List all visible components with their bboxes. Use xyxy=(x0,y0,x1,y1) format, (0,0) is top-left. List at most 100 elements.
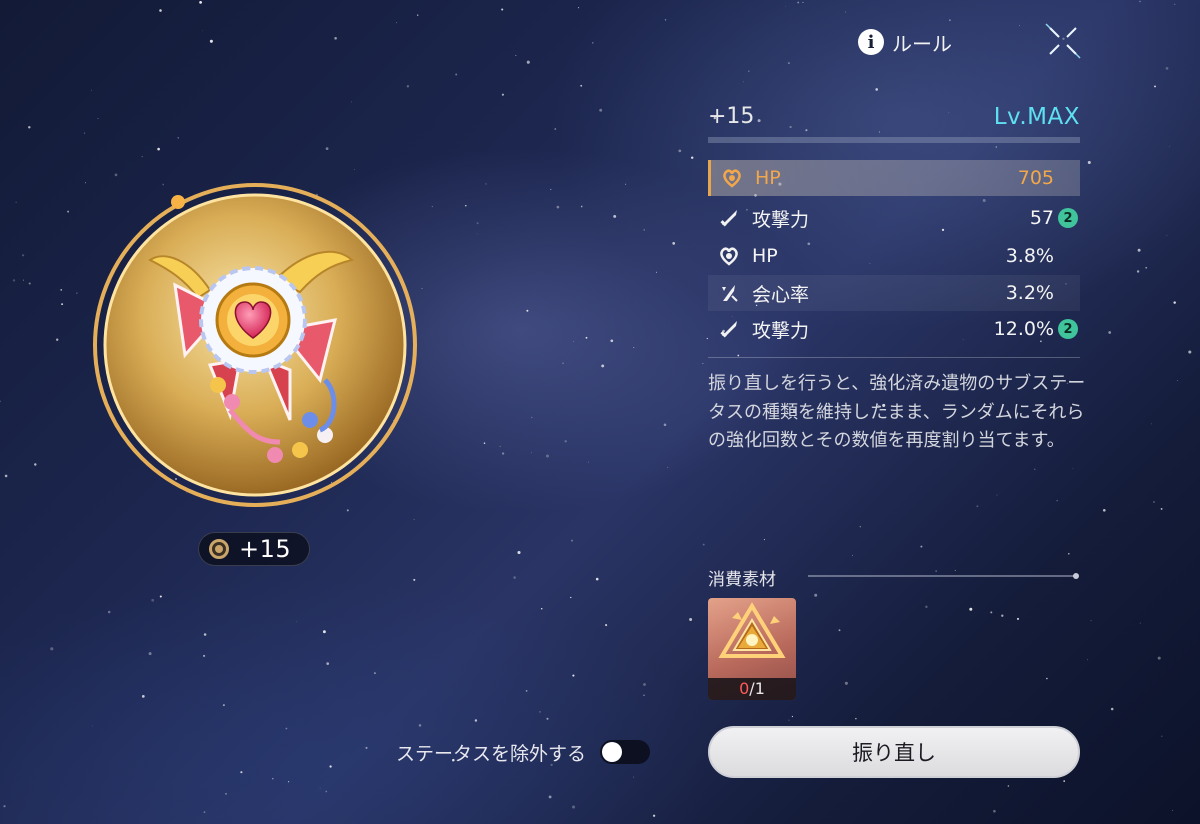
sub-stat-row: 攻撃力 57 2 xyxy=(708,200,1080,236)
sub-stat-row: 攻撃力 12.0% 2 xyxy=(708,311,1080,347)
star xyxy=(1139,622,1141,624)
star xyxy=(203,633,207,636)
star xyxy=(421,288,423,289)
star xyxy=(67,210,70,213)
star xyxy=(1151,423,1152,425)
reroll-description: 振り直しを行うと、強化済み遺物のサブステータスの種類を維持したまま、ランダムにそ… xyxy=(708,373,1086,451)
star xyxy=(1174,3,1176,5)
reroll-button[interactable]: 振り直し xyxy=(708,726,1080,778)
coin-icon xyxy=(209,539,229,559)
sub-stat-value: 3.8% xyxy=(1005,245,1054,267)
star xyxy=(148,652,152,656)
star xyxy=(465,204,467,207)
star xyxy=(550,188,552,191)
star xyxy=(1176,380,1178,382)
star xyxy=(322,630,326,634)
main-stat-name: HP xyxy=(755,167,781,189)
star xyxy=(1072,467,1074,469)
star xyxy=(12,279,16,282)
sub-stat-value: 57 xyxy=(1029,207,1054,229)
star xyxy=(157,147,160,151)
star xyxy=(633,346,635,348)
sub-stat-name: 攻撃力 xyxy=(752,208,810,231)
star xyxy=(690,156,694,159)
star xyxy=(1154,85,1156,88)
heart-icon xyxy=(718,245,740,267)
star xyxy=(556,205,560,209)
sub-stat-value: 12.0% xyxy=(993,318,1054,340)
star xyxy=(413,578,416,581)
star xyxy=(1068,552,1070,555)
star xyxy=(354,168,356,170)
star xyxy=(570,596,572,599)
star xyxy=(50,647,54,651)
star xyxy=(15,201,17,203)
star xyxy=(1137,248,1141,252)
relic-level-badge: +15 xyxy=(198,532,310,566)
star xyxy=(791,715,794,718)
star xyxy=(177,137,179,139)
level-row: +15 Lv.MAX xyxy=(708,100,1080,136)
exclude-stat-label: ステータスを除外する xyxy=(396,742,587,765)
star xyxy=(526,60,530,64)
star xyxy=(483,442,486,444)
star xyxy=(476,222,479,225)
star xyxy=(34,463,37,466)
star xyxy=(1160,507,1163,510)
star xyxy=(406,85,410,88)
star xyxy=(689,618,693,621)
material-need: /1 xyxy=(749,679,765,698)
star xyxy=(76,292,78,294)
star xyxy=(976,505,979,508)
star xyxy=(702,543,705,546)
star xyxy=(56,338,59,341)
star xyxy=(802,1,804,3)
star xyxy=(525,690,528,692)
star xyxy=(585,336,588,339)
close-icon[interactable] xyxy=(1044,22,1082,60)
star xyxy=(1169,145,1170,147)
star xyxy=(1001,614,1004,617)
star xyxy=(573,341,574,343)
rule-button[interactable]: i ルール xyxy=(858,28,952,56)
star xyxy=(554,128,557,130)
sub-stat-name: 攻撃力 xyxy=(752,319,810,342)
star xyxy=(1136,270,1140,273)
star xyxy=(203,811,206,813)
star xyxy=(572,805,575,809)
star xyxy=(1161,735,1163,737)
star xyxy=(1108,331,1112,334)
star xyxy=(599,108,603,112)
star xyxy=(702,363,704,364)
star xyxy=(1165,67,1169,70)
star xyxy=(1063,780,1065,782)
star xyxy=(501,8,504,11)
star xyxy=(613,214,617,218)
star xyxy=(996,494,998,496)
star xyxy=(592,42,594,44)
main-stat-value: 705 xyxy=(1017,167,1054,189)
enhance-count-badge: 2 xyxy=(1058,319,1078,339)
star xyxy=(852,554,853,556)
star xyxy=(97,118,99,119)
golden-prism-icon xyxy=(718,602,786,658)
exclude-stat-toggle[interactable] xyxy=(600,740,651,764)
star xyxy=(28,126,31,129)
star xyxy=(240,771,243,774)
info-icon: i xyxy=(858,29,884,55)
star xyxy=(588,461,589,463)
star xyxy=(643,229,645,231)
enhance-level: +15 xyxy=(708,104,755,129)
star xyxy=(485,183,487,185)
star xyxy=(546,454,549,458)
star xyxy=(610,339,614,343)
star xyxy=(844,681,848,685)
star xyxy=(784,6,786,7)
star xyxy=(501,93,504,96)
star xyxy=(396,22,398,24)
material-item[interactable]: 0/1 xyxy=(708,598,796,700)
star xyxy=(564,440,567,443)
star xyxy=(580,84,583,87)
star xyxy=(844,11,846,13)
star xyxy=(1171,809,1174,812)
